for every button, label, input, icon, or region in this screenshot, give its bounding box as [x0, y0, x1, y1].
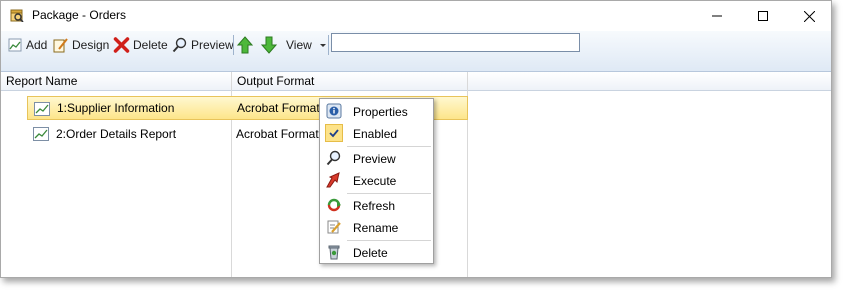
- minimize-icon: [712, 15, 722, 17]
- design-button[interactable]: Design: [52, 36, 109, 54]
- menu-item-refresh[interactable]: Refresh: [322, 195, 431, 216]
- report-name-cell: 1:Supplier Information: [57, 101, 175, 115]
- execute-arrow-icon: [325, 171, 343, 189]
- output-format-cell: Acrobat Format (: [237, 101, 328, 115]
- toolbar-separator: [328, 35, 329, 55]
- green-down-arrow-icon: [261, 36, 277, 54]
- delete-x-icon: [113, 37, 130, 53]
- menu-item-label: Execute: [353, 174, 397, 188]
- minimize-button[interactable]: [694, 1, 740, 31]
- search-input[interactable]: [331, 33, 580, 52]
- menu-item-label: Enabled: [353, 127, 398, 141]
- window-title: Package - Orders: [32, 8, 127, 22]
- menu-separator: [347, 193, 431, 194]
- maximize-icon: [758, 11, 768, 21]
- move-up-button[interactable]: [237, 36, 253, 54]
- refresh-icon: [325, 196, 343, 214]
- menu-item-delete[interactable]: Delete: [322, 242, 431, 263]
- menu-separator: [347, 146, 431, 147]
- menu-item-label: Properties: [353, 105, 408, 119]
- chevron-down-icon: [319, 44, 326, 47]
- design-label: Design: [72, 38, 110, 52]
- menu-item-label: Refresh: [353, 199, 396, 213]
- menu-item-label: Rename: [353, 221, 399, 235]
- preview-button[interactable]: Preview: [172, 36, 234, 54]
- menu-item-label: Delete: [353, 246, 388, 260]
- menu-separator: [347, 240, 431, 241]
- info-icon: [325, 102, 343, 120]
- menu-item-execute[interactable]: Execute: [322, 170, 431, 191]
- view-label: View: [286, 38, 312, 52]
- add-label: Add: [26, 38, 48, 52]
- green-up-arrow-icon: [237, 36, 253, 54]
- maximize-button[interactable]: [740, 1, 786, 31]
- context-menu: Properties Enabled Preview Execute Refre…: [319, 98, 434, 264]
- toolbar-separator: [233, 35, 234, 55]
- menu-item-enabled[interactable]: Enabled: [322, 123, 431, 144]
- move-down-button[interactable]: [261, 36, 277, 54]
- column-header-output-format[interactable]: Output Format: [237, 74, 314, 88]
- report-chart-icon: [33, 127, 49, 141]
- rename-pencil-icon: [325, 218, 343, 236]
- add-button[interactable]: Add: [7, 36, 47, 54]
- package-window: Package - Orders Add Design Delete Previ…: [0, 0, 832, 278]
- close-icon: [803, 10, 815, 22]
- toolbar: Add Design Delete Preview View: [1, 31, 831, 72]
- column-header-report-name[interactable]: Report Name: [6, 74, 77, 88]
- title-bar: Package - Orders: [1, 1, 831, 31]
- menu-item-preview[interactable]: Preview: [322, 148, 431, 169]
- delete-label: Delete: [133, 38, 168, 52]
- menu-item-properties[interactable]: Properties: [322, 101, 431, 122]
- add-report-icon: [8, 38, 22, 52]
- check-icon: [325, 124, 343, 142]
- delete-button[interactable]: Delete: [113, 36, 168, 54]
- magnifier-icon: [325, 149, 343, 167]
- preview-label: Preview: [191, 38, 234, 52]
- output-format-cell: Acrobat Format (: [236, 127, 327, 141]
- menu-item-rename[interactable]: Rename: [322, 217, 431, 238]
- magnifier-icon: [172, 37, 187, 53]
- trash-icon: [325, 243, 343, 261]
- view-dropdown[interactable]: View: [286, 36, 327, 54]
- report-chart-icon: [34, 102, 50, 116]
- grid-header: Report Name Output Format: [1, 72, 831, 91]
- menu-item-label: Preview: [353, 152, 396, 166]
- package-icon: [10, 9, 24, 22]
- report-name-cell: 2:Order Details Report: [56, 127, 177, 141]
- close-button[interactable]: [786, 1, 831, 31]
- design-icon: [53, 38, 68, 53]
